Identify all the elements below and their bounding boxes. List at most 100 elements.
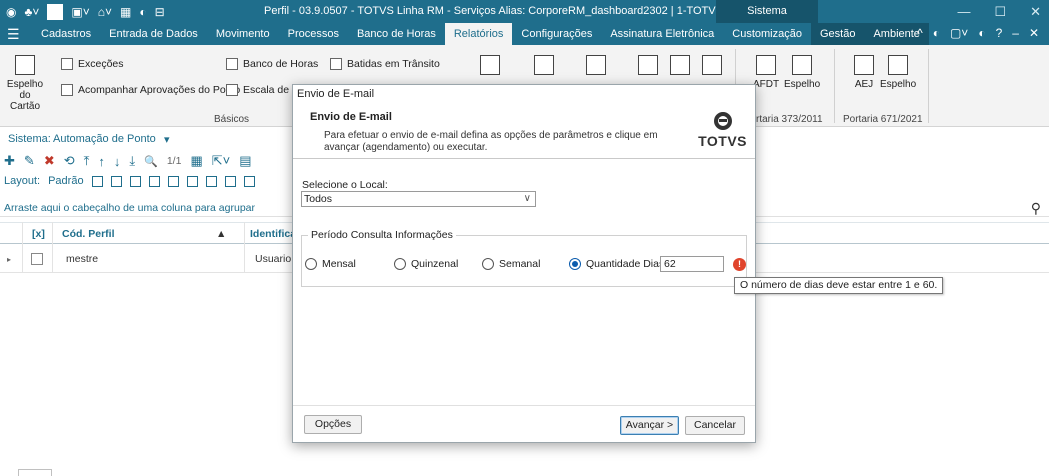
next-record-icon[interactable]: ↓ [114,154,121,169]
chart-icon[interactable] [243,175,255,187]
context-tab-sistema: Sistema [716,0,818,23]
layout-save-icon[interactable] [129,175,141,187]
tab-banco-de-horas[interactable]: Banco de Horas [348,23,445,45]
add-icon[interactable]: ✚ [4,153,15,169]
edit-icon[interactable]: ✎ [24,153,35,169]
report-chart-button[interactable] [478,55,502,79]
group-label-portaria-373: rtaria 373/2011 [756,114,823,125]
report-list-button[interactable] [636,55,660,79]
radio-circle [394,258,406,270]
layout-upload-icon[interactable] [148,175,160,187]
help-icon[interactable]: ◐ [933,26,940,40]
schedule-icon [226,84,238,96]
filter-icon[interactable] [186,175,198,187]
layout-remove-icon[interactable] [110,175,122,187]
column-select[interactable]: [x] [32,228,45,240]
copy-icon[interactable]: ▤ [239,153,251,169]
tab-relatorios[interactable]: Relatórios [444,23,513,45]
banco-de-horas-button[interactable]: Banco de Horas [226,58,318,70]
ribbon-separator [928,49,929,123]
espelho-cartao-button[interactable]: Espelho do Cartão [4,55,46,112]
tab-entrada-de-dados[interactable]: Entrada de Dados [100,23,207,45]
pin-icon[interactable] [205,175,217,187]
calculator-icon[interactable]: ▦ [120,5,131,19]
espelho-671-button[interactable]: Espelho [880,55,916,90]
report-bar-button[interactable] [584,55,608,79]
tab-movimento[interactable]: Movimento [207,23,279,45]
grid-view-icon[interactable]: ▦ [190,153,202,169]
previous-record-icon[interactable]: ↑ [98,154,105,169]
last-record-icon[interactable]: ⤓ [129,153,135,169]
quantidade-dias-input[interactable]: 62 [660,256,724,272]
report-grid-button[interactable] [700,55,724,79]
excecoes-button[interactable]: Exceções [61,58,124,70]
blank-icon [47,4,64,20]
help-icon[interactable]: ◐ [139,5,146,19]
exit-icon[interactable]: ⊟ [155,5,165,19]
question-icon[interactable]: ? [996,26,1003,40]
cancelar-button[interactable]: Cancelar [685,416,745,435]
sistema-select[interactable]: Automação de Ponto [53,133,156,145]
local-select[interactable]: Todos ∨ [301,191,536,207]
tab-cadastros[interactable]: Cadastros [32,23,100,45]
radio-mensal[interactable]: Mensal [305,258,356,270]
layout-download-icon[interactable] [167,175,179,187]
info-icon[interactable]: ◐ [978,26,985,40]
radio-quantidade-dias[interactable]: Quantidade Dias: [569,258,667,270]
export-icon[interactable]: ⇱˅ [212,153,230,169]
afdt-icon [756,55,776,75]
bank-hours-icon [226,58,238,70]
error-icon[interactable]: ! [733,258,746,271]
chevron-down-icon[interactable]: ▾ [164,133,170,146]
tools-icon[interactable]: ▣˅ [71,5,89,19]
acompanhar-aprovacoes-button[interactable]: Acompanhar Aprovações do Ponto [61,84,240,96]
user-icon[interactable]: ♣˅ [24,5,39,19]
refresh-icon[interactable]: ⟲ [64,153,75,169]
tab-assinatura-eletronica[interactable]: Assinatura Eletrônica [601,23,723,45]
afdt-button[interactable]: AFDT [752,55,780,90]
validation-tooltip: O número de dias deve estar entre 1 e 60… [734,277,944,294]
opcoes-button[interactable]: Opções [304,415,362,434]
collapse-ribbon-icon[interactable]: ^ [917,26,923,40]
delete-icon[interactable]: ✖ [44,153,55,169]
search-icon[interactable]: ⚲ [1031,200,1041,217]
window-controls: — ☐ ✕ [957,4,1041,20]
layout-select[interactable]: Padrão [48,175,83,187]
tab-processos[interactable]: Processos [279,23,348,45]
tab-customizacao[interactable]: Customização [723,23,811,45]
totvs-logo-icon [713,112,732,130]
color-icon[interactable] [224,175,236,187]
window-icon[interactable]: ▢˅ [950,26,968,40]
layout-add-icon[interactable] [91,175,103,187]
sistema-label: Sistema: [8,133,51,145]
layout-label: Layout: [4,175,41,187]
report-image-button[interactable] [668,55,692,79]
group-label-basicos: Básicos [214,114,250,125]
home-icon[interactable]: ⌂˅ [98,5,112,19]
dialog-separator [293,158,755,159]
layout-toolbar: Layout: Padrão [4,175,255,187]
espelho-373-button[interactable]: Espelho [784,55,820,90]
sort-ascending-icon[interactable]: ▲ [216,228,226,240]
batidas-em-transito-button[interactable]: Batidas em Trânsito [330,58,440,70]
radio-semanal[interactable]: Semanal [482,258,540,270]
minimize-icon[interactable]: — [957,4,970,20]
minimize-doc-icon[interactable]: – [1012,26,1019,40]
row-checkbox[interactable] [31,253,43,265]
aej-button[interactable]: AEJ [852,55,876,90]
search-icon[interactable]: 🔍 [144,155,158,168]
avancar-button[interactable]: Avançar > [620,416,679,435]
settings-report-icon [534,55,554,75]
close-doc-icon[interactable]: ✕ [1029,26,1039,40]
tab-configuracoes[interactable]: Configurações [512,23,601,45]
column-cod-perfil[interactable]: Cód. Perfil [62,228,115,240]
report-settings-button[interactable] [532,55,556,79]
tab-gestao[interactable]: Gestão [810,23,865,45]
first-record-icon[interactable]: ⤒ [84,153,90,169]
close-icon[interactable]: ✕ [1030,4,1041,20]
radio-quinzenal[interactable]: Quinzenal [394,258,458,270]
maximize-icon[interactable]: ☐ [994,4,1006,20]
apps-menu-icon[interactable]: ☰ [7,26,20,43]
totvs-menu-icon[interactable]: ◉ [6,5,16,19]
aej-icon [854,55,874,75]
